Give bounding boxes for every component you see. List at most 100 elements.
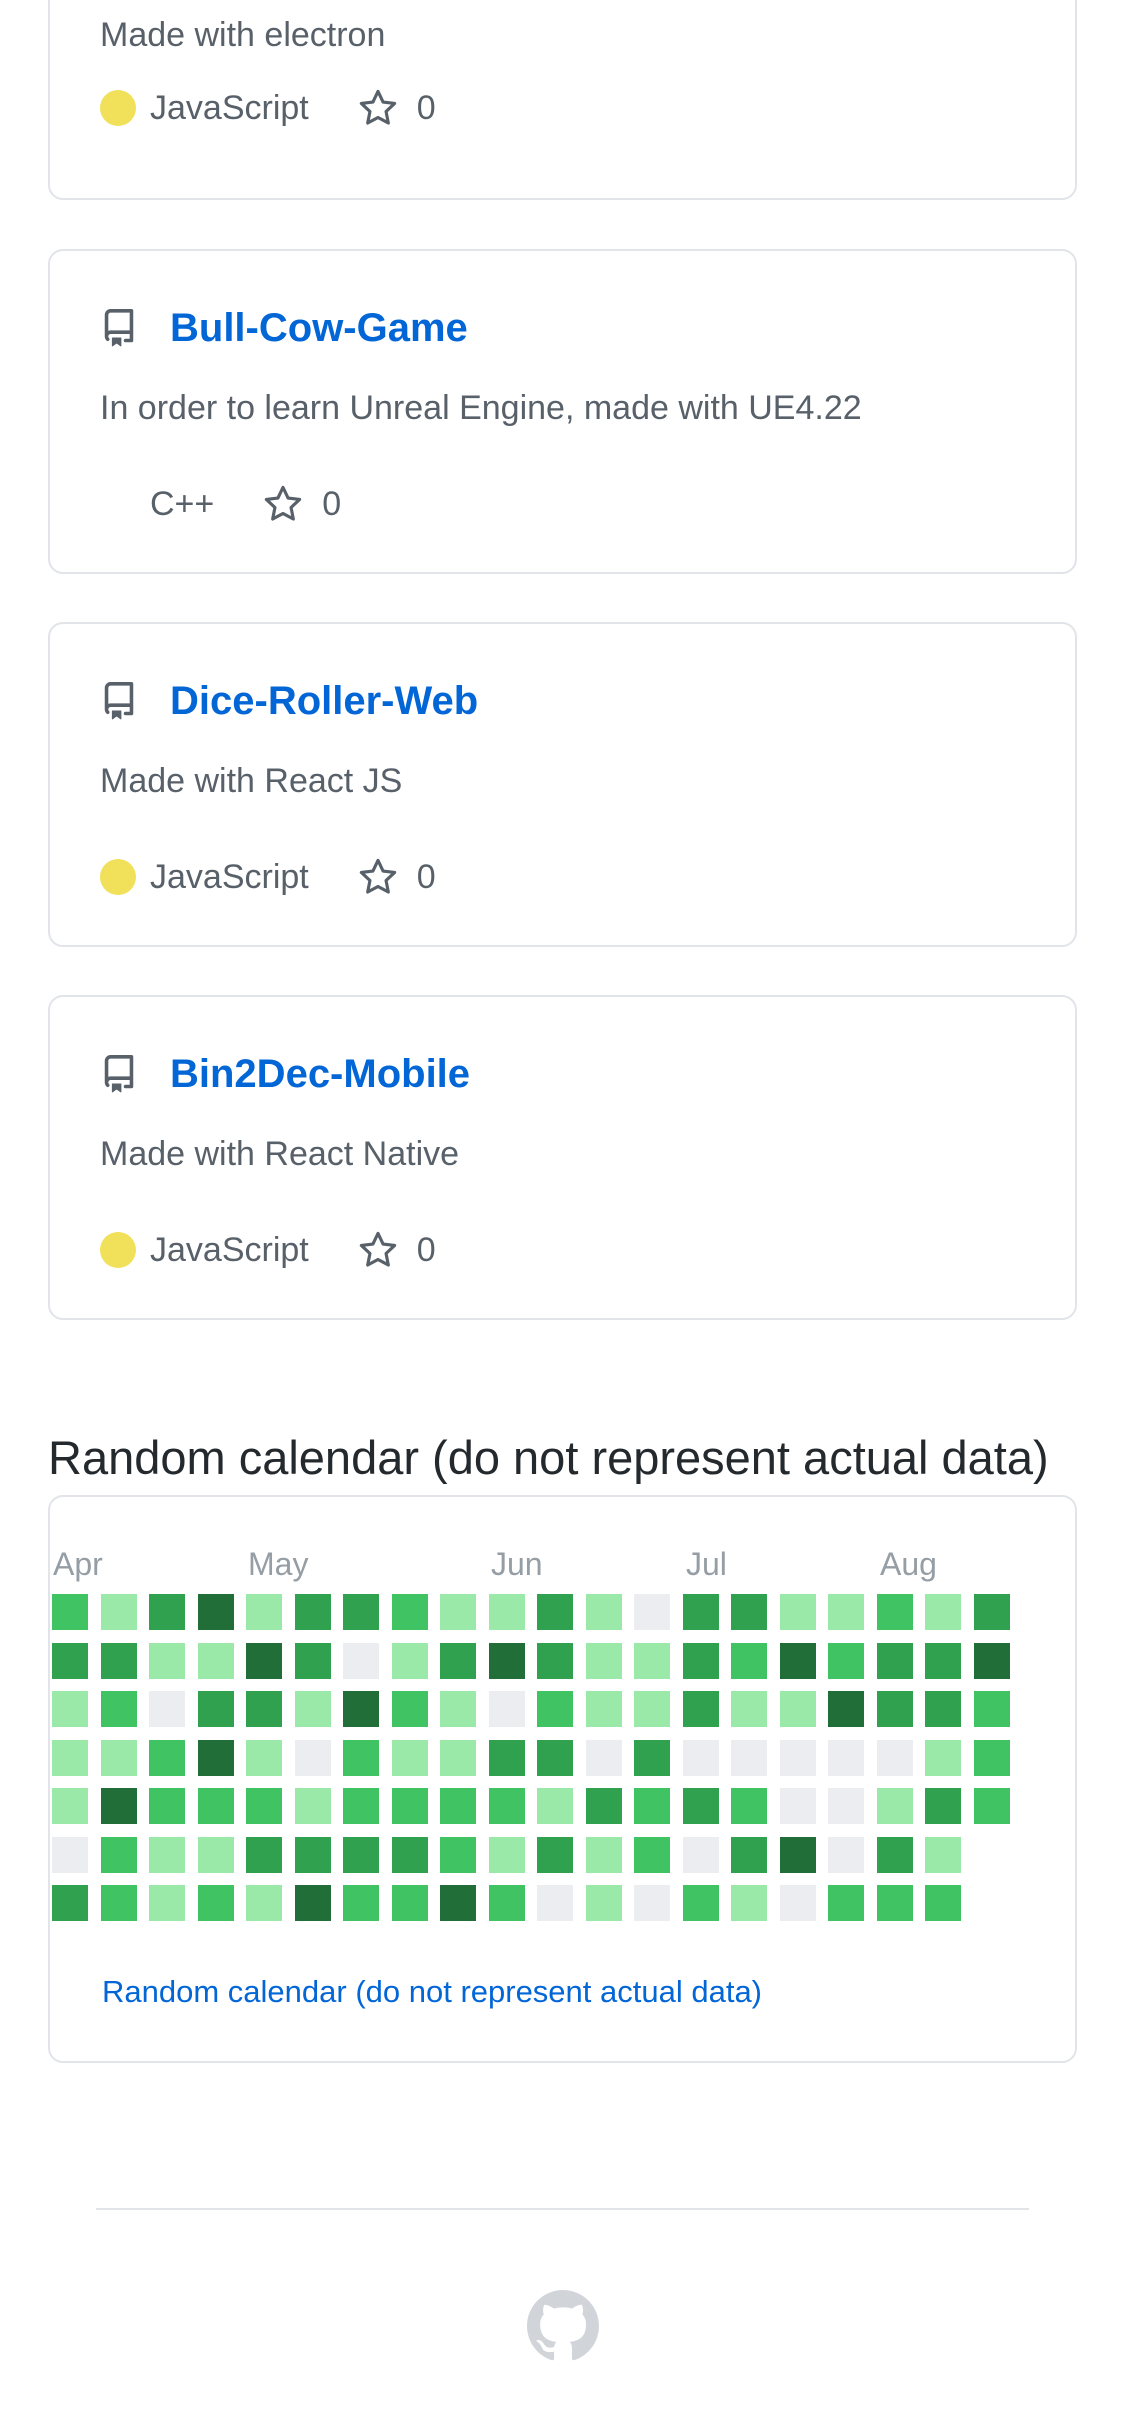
- calendar-link[interactable]: Random calendar (do not represent actual…: [102, 1976, 762, 2007]
- contribution-cell: [925, 1691, 961, 1727]
- contribution-cell: [101, 1837, 137, 1873]
- contribution-cell: [537, 1740, 573, 1776]
- star-icon[interactable]: [357, 87, 399, 129]
- contribution-cell: [392, 1837, 428, 1873]
- calendar-title: Random calendar (do not represent actual…: [48, 1431, 1049, 1484]
- contribution-cell: [392, 1594, 428, 1630]
- contribution-cell: [149, 1643, 185, 1679]
- contribution-cell: [634, 1594, 670, 1630]
- contribution-cell: [828, 1788, 864, 1824]
- contribution-cell: [537, 1594, 573, 1630]
- contribution-cell: [634, 1788, 670, 1824]
- star-icon[interactable]: [357, 1229, 399, 1271]
- contribution-cell: [586, 1691, 622, 1727]
- contribution-cell: [925, 1740, 961, 1776]
- contribution-cell: [149, 1885, 185, 1921]
- contribution-cell: [101, 1643, 137, 1679]
- contribution-cell: [198, 1643, 234, 1679]
- contribution-cell: [731, 1885, 767, 1921]
- contribution-cell: [925, 1837, 961, 1873]
- contribution-cell: [343, 1594, 379, 1630]
- repo-book-icon: [104, 309, 134, 347]
- contribution-cell: [52, 1594, 88, 1630]
- star-count: 0: [416, 1230, 436, 1269]
- contribution-cell: [731, 1837, 767, 1873]
- repo-name-link[interactable]: Dice-Roller-Web: [170, 681, 478, 721]
- contribution-cell: [780, 1643, 816, 1679]
- language-color-dot: [100, 1232, 136, 1268]
- contribution-cell: [683, 1837, 719, 1873]
- star-count: 0: [322, 484, 342, 523]
- star-icon[interactable]: [262, 483, 304, 525]
- contribution-cell: [198, 1885, 234, 1921]
- contribution-cell: [877, 1837, 913, 1873]
- star-icon[interactable]: [357, 856, 399, 898]
- repo-name-link[interactable]: Bin2Dec-Mobile: [170, 1054, 470, 1094]
- contribution-cell: [828, 1691, 864, 1727]
- contribution-cell: [925, 1643, 961, 1679]
- contribution-cell: [246, 1788, 282, 1824]
- contribution-cell: [440, 1740, 476, 1776]
- contribution-cell: [149, 1594, 185, 1630]
- repo-language: C++: [150, 484, 215, 523]
- contribution-cell: [974, 1740, 1010, 1776]
- github-logo-icon[interactable]: [527, 2290, 599, 2362]
- repo-meta: JavaScript 0: [100, 856, 436, 898]
- contribution-cell: [877, 1885, 913, 1921]
- month-label: Aug: [880, 1546, 937, 1582]
- contribution-cell: [149, 1788, 185, 1824]
- contribution-cell: [634, 1837, 670, 1873]
- contribution-cell: [780, 1885, 816, 1921]
- contribution-cell: [683, 1885, 719, 1921]
- repo-meta: JavaScript 0: [100, 87, 436, 129]
- contribution-cell: [440, 1643, 476, 1679]
- repo-meta: JavaScript 0: [100, 1229, 436, 1271]
- contribution-cell: [489, 1740, 525, 1776]
- language-color-dot: [100, 486, 136, 522]
- contribution-cell: [343, 1691, 379, 1727]
- contribution-cell: [246, 1885, 282, 1921]
- contribution-cell: [586, 1788, 622, 1824]
- contribution-cell: [52, 1837, 88, 1873]
- contribution-cell: [537, 1885, 573, 1921]
- contribution-cell: [974, 1643, 1010, 1679]
- star-count: 0: [416, 88, 436, 127]
- contribution-cell: [731, 1643, 767, 1679]
- month-label: May: [248, 1546, 309, 1582]
- contribution-cell: [586, 1837, 622, 1873]
- contribution-cell: [101, 1740, 137, 1776]
- contribution-cell: [489, 1594, 525, 1630]
- contribution-cell: [634, 1691, 670, 1727]
- contribution-cell: [295, 1740, 331, 1776]
- contribution-cell: [101, 1885, 137, 1921]
- contribution-cell: [52, 1740, 88, 1776]
- contribution-cell: [537, 1643, 573, 1679]
- contribution-cell: [877, 1691, 913, 1727]
- contribution-cell: [101, 1594, 137, 1630]
- contribution-cell: [974, 1691, 1010, 1727]
- contribution-cell: [925, 1885, 961, 1921]
- repo-header: Bin2Dec-Mobile: [100, 1054, 470, 1094]
- contribution-cell: [198, 1594, 234, 1630]
- contribution-cell: [440, 1691, 476, 1727]
- repo-language: JavaScript: [150, 1230, 309, 1269]
- contribution-cell: [295, 1885, 331, 1921]
- contribution-cell: [52, 1885, 88, 1921]
- contribution-cell: [246, 1740, 282, 1776]
- contribution-cell: [101, 1788, 137, 1824]
- contribution-cell: [780, 1740, 816, 1776]
- contribution-cell: [149, 1740, 185, 1776]
- contribution-cell: [149, 1837, 185, 1873]
- contribution-cell: [343, 1788, 379, 1824]
- month-label: Jun: [491, 1546, 543, 1582]
- footer-divider: [96, 2208, 1029, 2210]
- month-label: Apr: [53, 1546, 103, 1582]
- repo-name-link[interactable]: Bull-Cow-Game: [170, 308, 468, 348]
- contribution-cell: [52, 1788, 88, 1824]
- contribution-cell: [392, 1885, 428, 1921]
- contribution-cell: [101, 1691, 137, 1727]
- contribution-cell: [440, 1788, 476, 1824]
- contribution-cell: [683, 1643, 719, 1679]
- language-color-dot: [100, 859, 136, 895]
- contribution-cell: [780, 1594, 816, 1630]
